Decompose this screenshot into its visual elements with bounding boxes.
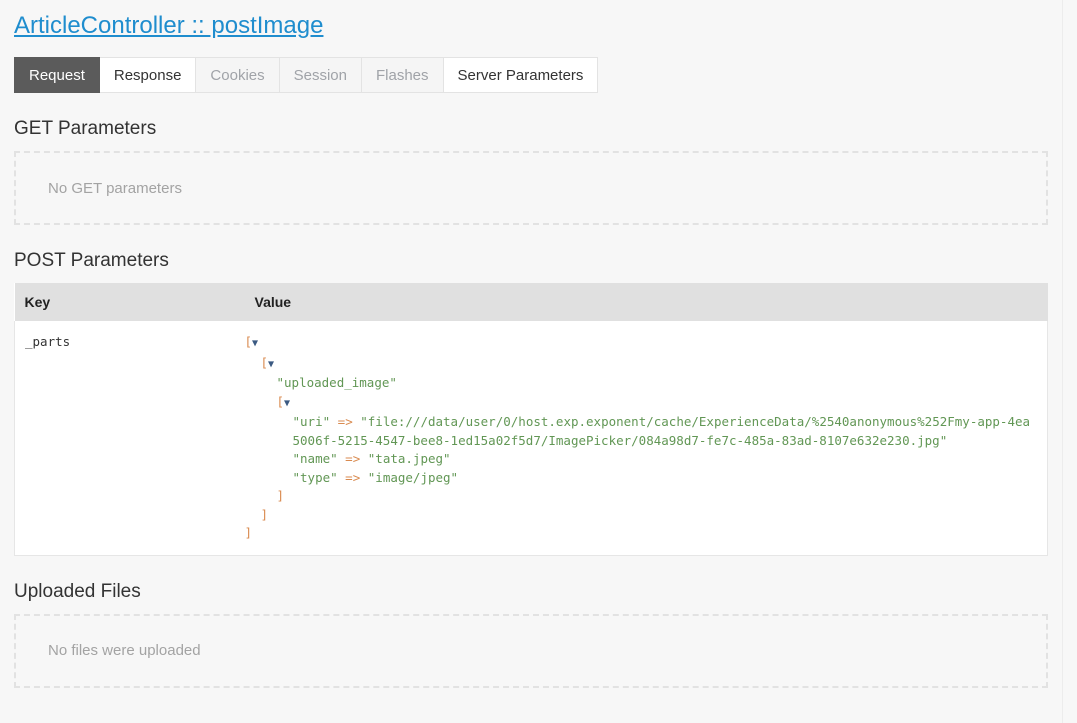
page-title-link[interactable]: ArticleController :: postImage bbox=[14, 12, 323, 39]
tab-response[interactable]: Response bbox=[99, 57, 197, 93]
dump-line: [▼ bbox=[245, 393, 1038, 414]
table-row: _parts [▼ [▼ "uploaded_image" [▼ "uri" => "fi… bbox=[14, 321, 1048, 556]
dump-string: "name" bbox=[292, 451, 338, 466]
page-title-wrap: ArticleController :: postImage bbox=[14, 0, 1048, 43]
post-parameters-heading: POST Parameters bbox=[14, 250, 169, 271]
collapse-toggle-icon[interactable]: ▼ bbox=[284, 398, 290, 409]
dump-punctuation: [ bbox=[276, 393, 285, 409]
dump-string: "uri" bbox=[292, 414, 331, 429]
dump-punctuation: [ bbox=[244, 334, 253, 349]
get-parameters-empty-text: No GET parameters bbox=[48, 179, 182, 197]
post-parameters-table-head: Key Value bbox=[14, 283, 1048, 321]
tab-request[interactable]: Request bbox=[14, 57, 100, 93]
dump-punctuation: ] bbox=[260, 506, 269, 522]
dump-line: ] bbox=[245, 506, 1038, 525]
dump-line: ] bbox=[245, 487, 1038, 506]
post-parameters-table: Key Value _parts [▼ [▼ "uploaded_image" [▼ "u… bbox=[14, 283, 1048, 556]
dump-punctuation: ] bbox=[244, 525, 253, 540]
collapse-toggle-icon[interactable]: ▼ bbox=[268, 359, 274, 370]
tab-flashes: Flashes bbox=[362, 57, 444, 93]
post-parameters-table-body: _parts [▼ [▼ "uploaded_image" [▼ "uri" => "fi… bbox=[14, 321, 1048, 556]
uploaded-files-empty-text: No files were uploaded bbox=[48, 642, 201, 659]
dump-punctuation: => bbox=[337, 469, 368, 485]
get-parameters-heading: GET Parameters bbox=[14, 118, 157, 139]
get-parameters-empty-box: No GET parameters bbox=[14, 151, 1048, 225]
dump-line: "name" => "tata.jpeg" bbox=[245, 450, 1038, 469]
dump-line: "uri" => "file:///data/user/0/host.exp.e… bbox=[245, 413, 1038, 450]
dump-line: ] bbox=[245, 524, 1038, 543]
param-key: _parts bbox=[14, 321, 245, 556]
column-header-key: Key bbox=[14, 283, 245, 321]
tab-session: Session bbox=[279, 57, 362, 93]
column-header-value: Value bbox=[244, 283, 1048, 321]
page-scrollbar-gutter[interactable] bbox=[1062, 0, 1077, 723]
dump-punctuation: [ bbox=[260, 354, 269, 370]
value-dump-tree: [▼ [▼ "uploaded_image" [▼ "uri" => "file:///… bbox=[245, 333, 1038, 543]
dump-punctuation: => bbox=[330, 414, 361, 429]
tab-bar: Request Response Cookies Session Flashes Serv… bbox=[14, 57, 1048, 93]
dump-string: "type" bbox=[292, 469, 338, 485]
dump-string: "file:///data/user/0/host.exp.exponent/c… bbox=[292, 414, 1031, 448]
dump-line: [▼ bbox=[245, 333, 1038, 354]
dump-punctuation: => bbox=[337, 451, 368, 466]
uploaded-files-empty-box: No files were uploaded bbox=[14, 613, 1048, 688]
tab-cookies: Cookies bbox=[196, 57, 280, 93]
dump-line: "uploaded_image" bbox=[245, 374, 1038, 393]
dump-string: "image/jpeg" bbox=[367, 469, 459, 485]
uploaded-files-heading: Uploaded Files bbox=[14, 580, 141, 602]
param-value: [▼ [▼ "uploaded_image" [▼ "uri" => "file:///… bbox=[244, 321, 1048, 556]
dump-string: "uploaded_image" bbox=[276, 375, 397, 390]
collapse-toggle-icon[interactable]: ▼ bbox=[252, 338, 258, 349]
dump-line: "type" => "image/jpeg" bbox=[245, 469, 1038, 488]
debug-toolbar-page: ArticleController :: postImage Request Re… bbox=[0, 0, 1062, 723]
dump-line: [▼ bbox=[245, 354, 1038, 375]
dump-string: "tata.jpeg" bbox=[367, 451, 451, 466]
table-header-row: Key Value bbox=[14, 283, 1048, 321]
tab-server-parameters[interactable]: Server Parameters bbox=[443, 57, 599, 93]
dump-punctuation: ] bbox=[276, 488, 285, 503]
